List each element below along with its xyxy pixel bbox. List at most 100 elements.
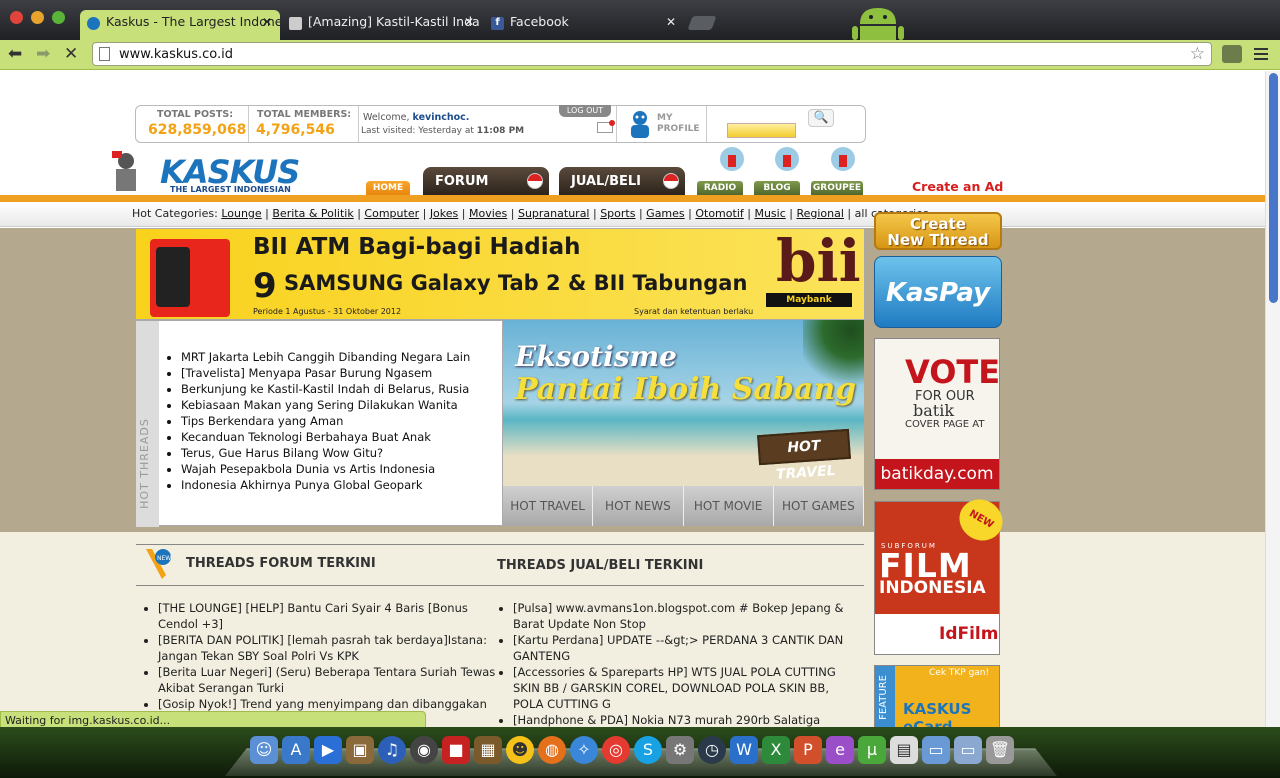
stop-button[interactable]: ✕ (64, 44, 78, 64)
bookmark-star-icon[interactable]: ☆ (1190, 44, 1205, 64)
utorrent-icon[interactable]: µ (858, 736, 886, 764)
hot-travel-image[interactable]: Eksotisme Pantai Iboih Sabang HOT TRAVEL (503, 320, 864, 486)
excel-icon[interactable]: X (762, 736, 790, 764)
hot-thread-item[interactable]: Indonesia Akhirnya Punya Global Geopark (181, 477, 470, 493)
hot-thread-item[interactable]: Berkunjung ke Kastil-Kastil Indah di Bel… (181, 381, 470, 397)
preview-icon[interactable]: ▣ (346, 736, 374, 764)
tab-kastil[interactable]: [Amazing] Kastil-Kastil Inda ✕ (282, 10, 482, 40)
category-music[interactable]: Music (754, 207, 785, 220)
category-computer[interactable]: Computer (364, 207, 419, 220)
tab-hot-games[interactable]: HOT GAMES (774, 486, 864, 526)
hot-thread-item[interactable]: Wajah Pesepakbola Dunia vs Artis Indones… (181, 461, 470, 477)
time-machine-icon[interactable]: ◷ (698, 736, 726, 764)
hot-thread-item[interactable]: [Travelista] Menyapa Pasar Burung Ngasem (181, 365, 470, 381)
photo-booth-icon[interactable]: ■ (442, 736, 470, 764)
calculator-icon[interactable]: ▤ (890, 736, 918, 764)
tab-hot-travel[interactable]: HOT TRAVEL (503, 486, 594, 526)
search-button[interactable]: 🔍 (808, 109, 834, 127)
finder-icon[interactable]: ☺ (250, 736, 278, 764)
address-bar[interactable]: www.kaskus.co.id ☆ (92, 42, 1212, 66)
close-tab-icon[interactable]: ✕ (464, 15, 474, 29)
close-tab-icon[interactable]: ✕ (666, 15, 676, 29)
facetime-icon[interactable]: ▶ (314, 736, 342, 764)
menu-icon[interactable] (1254, 45, 1268, 63)
hot-thread-item[interactable]: Terus, Gue Harus Bilang Wow Gitu? (181, 445, 470, 461)
category-otomotif[interactable]: Otomotif (695, 207, 743, 220)
system-preferences-icon[interactable]: ⚙ (666, 736, 694, 764)
jualbeli-thread-item[interactable]: [Accessories & Spareparts HP] WTS JUAL P… (513, 664, 851, 712)
powerpoint-icon[interactable]: P (794, 736, 822, 764)
hot-thread-item[interactable]: Kecanduan Teknologi Berbahaya Buat Anak (181, 429, 470, 445)
bii-logo: bii (776, 227, 861, 295)
forward-button[interactable]: ➡ (36, 44, 50, 64)
category-movies[interactable]: Movies (469, 207, 507, 220)
new-tab-button[interactable] (687, 16, 717, 30)
chrome-icon[interactable]: ◎ (602, 736, 630, 764)
iphoto-icon[interactable]: ▦ (474, 736, 502, 764)
forum-thread-item[interactable]: [BERITA DAN POLITIK] [lemah pasrah tak b… (158, 632, 498, 664)
search-input[interactable] (727, 123, 796, 138)
category-regional[interactable]: Regional (796, 207, 843, 220)
tab-hot-news[interactable]: HOT NEWS (593, 486, 684, 526)
page-scrollbar[interactable] (1265, 71, 1280, 727)
tab-facebook[interactable]: f Facebook ✕ (484, 10, 684, 40)
trash-icon[interactable]: 🗑 (986, 736, 1014, 764)
category-sports[interactable]: Sports (600, 207, 635, 220)
word-icon[interactable]: W (730, 736, 758, 764)
nav-jualbeli[interactable]: JUAL/BELI (559, 167, 685, 195)
applications-folder-icon[interactable]: ▭ (922, 736, 950, 764)
dvd-player-icon[interactable]: ◉ (410, 736, 438, 764)
banner-period: Periode 1 Agustus - 31 Oktober 2012 (253, 307, 402, 316)
hot-thread-item[interactable]: Tips Berkendara yang Aman (181, 413, 470, 429)
onenote-icon[interactable]: e (826, 736, 854, 764)
tab-hot-movie[interactable]: HOT MOVIE (684, 486, 774, 526)
category-games[interactable]: Games (646, 207, 684, 220)
nav-home[interactable]: HOME (366, 181, 410, 195)
jualbeli-thread-item[interactable]: [Pulsa] www.avmans1on.blogspot.com # Bok… (513, 600, 851, 632)
safari-icon[interactable]: ✧ (570, 736, 598, 764)
category-berita-politik[interactable]: Berita & Politik (272, 207, 353, 220)
category-jokes[interactable]: Jokes (430, 207, 458, 220)
close-window-button[interactable] (10, 11, 23, 24)
my-profile-link[interactable]: MY PROFILE (657, 113, 700, 135)
firefox-icon[interactable]: ◍ (538, 736, 566, 764)
hot-thread-item[interactable]: Kebiasaan Makan yang Sering Dilakukan Wa… (181, 397, 470, 413)
tab-kaskus[interactable]: Kaskus - The Largest Indone ✕ (80, 10, 280, 40)
username-link[interactable]: kevinchoc. (413, 112, 470, 123)
scrollbar-thumb[interactable] (1269, 73, 1278, 303)
minimize-window-button[interactable] (31, 11, 44, 24)
url-text[interactable]: www.kaskus.co.id (119, 47, 233, 62)
create-new-thread-button[interactable]: Create New Thread (874, 212, 1002, 250)
back-button[interactable]: ⬅ (8, 44, 22, 64)
category-lounge[interactable]: Lounge (221, 207, 261, 220)
nav-blog[interactable]: BLOG (754, 181, 800, 195)
forum-thread-item[interactable]: [Berita Luar Negeri] (Seru) Beberapa Ten… (158, 664, 498, 696)
app-store-icon[interactable]: A (282, 736, 310, 764)
category-supranatural[interactable]: Supranatural (518, 207, 590, 220)
forum-thread-item[interactable]: [Gosip Nyok!] Trend yang menyimpang dan … (158, 696, 498, 712)
jualbeli-thread-item[interactable]: [Handphone & PDA] Nokia N73 murah 290rb … (513, 712, 851, 727)
film-indonesia-banner[interactable]: SUBFORUM FILM INDONESIA NEW IdFilm (874, 491, 1011, 655)
kaskus-ecard-banner[interactable]: FEATURE Cek TKP gan! KASKUS eCard (874, 665, 1000, 727)
extension-icon[interactable] (1222, 45, 1242, 63)
bii-ad-banner[interactable]: BII ATM Bagi-bagi Hadiah 9 SAMSUNG Galax… (135, 228, 865, 320)
logout-button[interactable]: LOG OUT (559, 105, 611, 117)
create-ad-link[interactable]: Create an Ad (912, 179, 1003, 194)
nav-groupee[interactable]: GROUPEE (811, 181, 863, 195)
forum-thread-item[interactable]: [THE LOUNGE] [HELP] Bantu Cari Syair 4 B… (158, 600, 498, 632)
kaspay-banner[interactable]: KasPay (874, 256, 1002, 328)
close-tab-icon[interactable]: ✕ (262, 15, 272, 29)
profile-avatar-icon[interactable] (625, 109, 655, 139)
jualbeli-thread-item[interactable]: [Kartu Perdana] UPDATE --&gt;> PERDANA 3… (513, 632, 851, 664)
batikday-banner[interactable]: VOTE FOR OUR batik COVER PAGE AT batikda… (874, 338, 1000, 490)
itunes-icon[interactable]: ♫ (378, 736, 406, 764)
kaskus-logo[interactable]: KASKUS THE LARGEST INDONESIAN COMMUNITY (104, 149, 334, 203)
skype-icon[interactable]: S (634, 736, 662, 764)
hot-thread-item[interactable]: MRT Jakarta Lebih Canggih Dibanding Nega… (181, 349, 470, 365)
yahoo-messenger-icon[interactable]: ☻ (506, 736, 534, 764)
nav-forum[interactable]: FORUM (423, 167, 549, 195)
mail-icon[interactable] (597, 120, 615, 133)
documents-folder-icon[interactable]: ▭ (954, 736, 982, 764)
nav-radio[interactable]: RADIO (697, 181, 743, 195)
zoom-window-button[interactable] (52, 11, 65, 24)
